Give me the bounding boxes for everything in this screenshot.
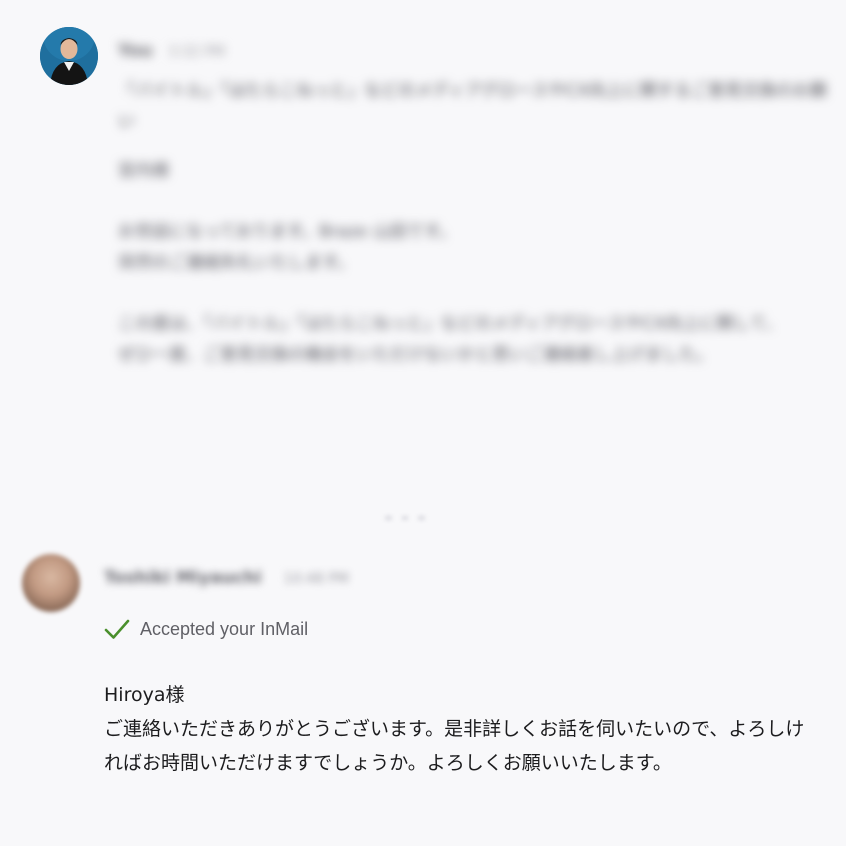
message-body: Hiroya様 ご連絡いただきありがとうございます。是非詳しくお話を伺いたいので… <box>104 678 814 780</box>
message-paragraph-1: お世話になっております。Braze 山田です。 突然のご連絡失礼いたします。 <box>118 222 457 273</box>
message-greeting: 宮内様 <box>118 161 169 181</box>
message-item-1: You 3:32 PM 「バイトル」「はたらこねっと」などのメディアグロースやC… <box>0 0 846 520</box>
avatar-you[interactable] <box>40 27 98 85</box>
message-salutation: Hiroya様 <box>104 684 185 706</box>
inmail-accepted-status: Accepted your InMail <box>104 618 308 640</box>
thread-divider <box>385 516 426 522</box>
message-1-content: You 3:32 PM 「バイトル」「はたらこねっと」などのメディアグロースやC… <box>118 36 828 371</box>
message-time: 10:48 PM <box>283 571 349 587</box>
message-thread: You 3:32 PM 「バイトル」「はたらこねっと」などのメディアグロースやC… <box>0 0 846 846</box>
message-text: ご連絡いただきありがとうございます。是非詳しくお話を伺いたいので、よろしければお… <box>104 718 805 774</box>
accepted-label: Accepted your InMail <box>140 618 309 639</box>
sender-name[interactable]: You <box>118 36 153 67</box>
avatar-sender[interactable] <box>22 554 80 612</box>
message-paragraph-2: この度は、「バイトル」「はたらこねっと」などのメディアグロースやCX向上に関して… <box>118 314 783 365</box>
message-item-2: Toshiki Miyauchi 10:48 PM Accepted your … <box>0 540 846 846</box>
check-icon <box>104 619 130 639</box>
message-2-header: Toshiki Miyauchi 10:48 PM <box>104 568 349 588</box>
sender-name[interactable]: Toshiki Miyauchi <box>104 568 262 588</box>
message-subject: 「バイトル」「はたらこねっと」などのメディアグロースやCX向上に関するご意見交換… <box>118 81 827 132</box>
avatar-photo-icon <box>40 27 98 85</box>
message-time: 3:32 PM <box>168 44 225 60</box>
